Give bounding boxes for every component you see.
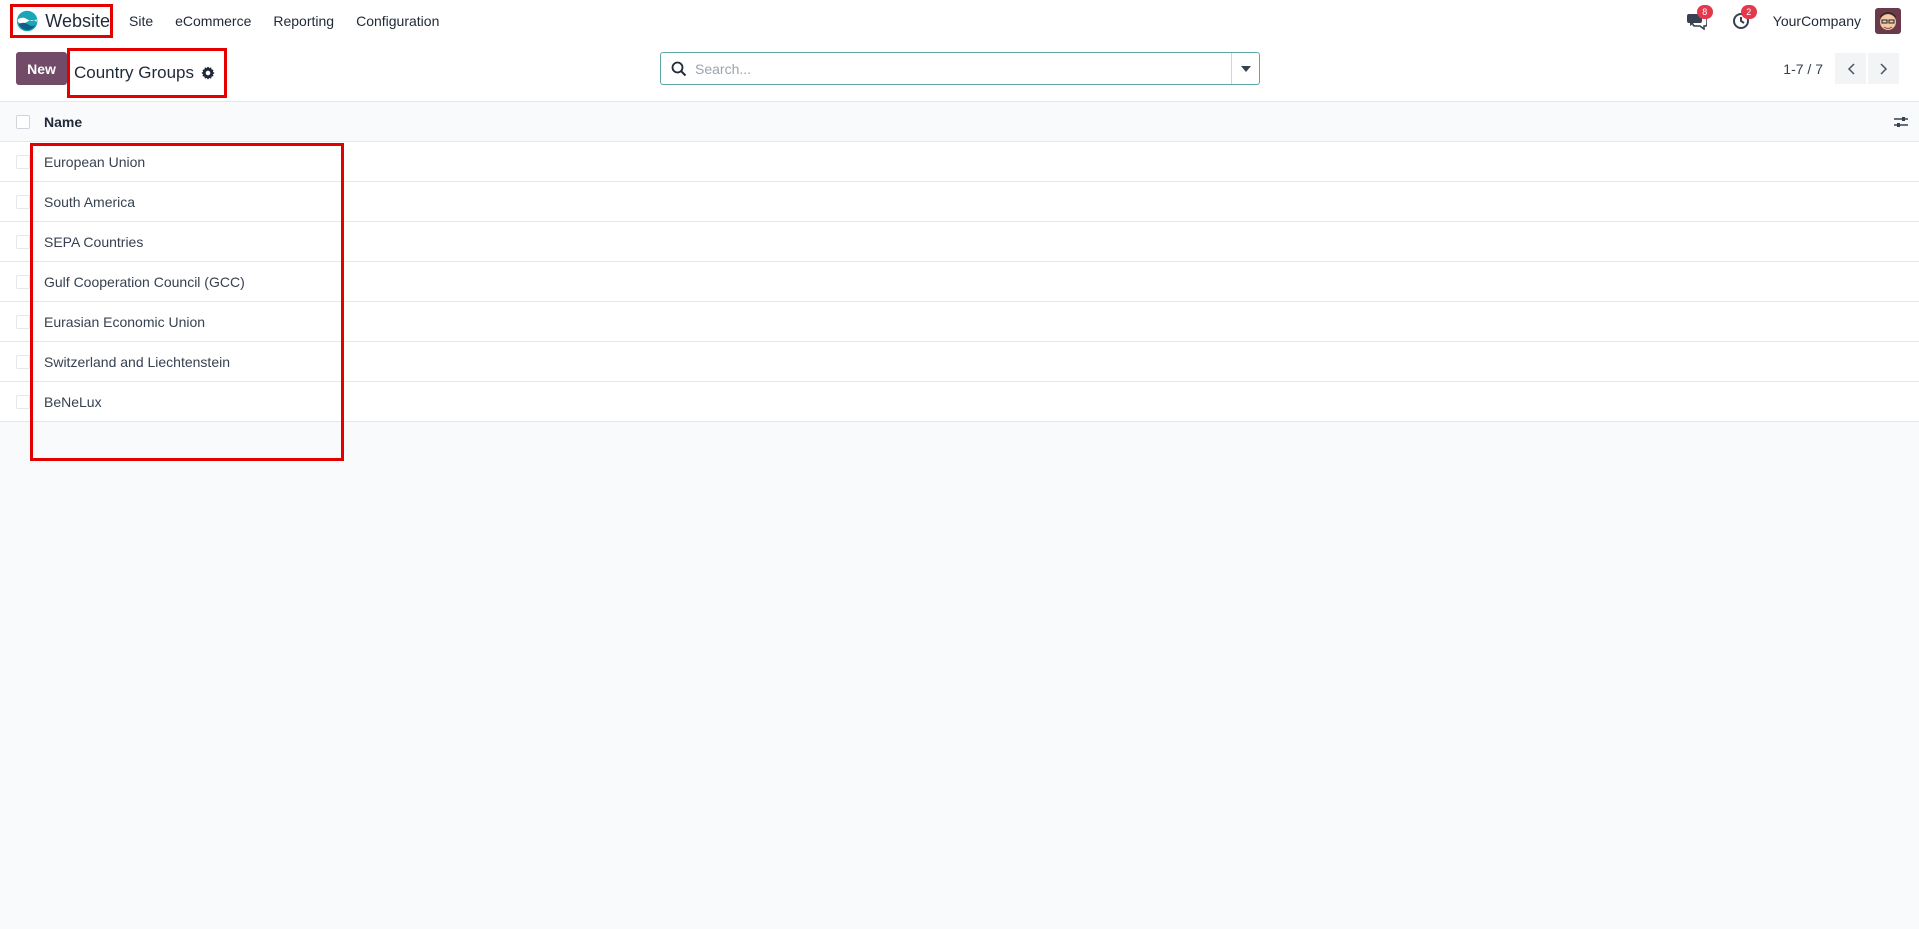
table-row[interactable]: Eurasian Economic Union [0,302,1919,342]
table-row[interactable]: BeNeLux [0,382,1919,422]
app-name: Website [45,10,110,31]
table-row[interactable]: Switzerland and Liechtenstein [0,342,1919,382]
breadcrumb: Country Groups [67,48,227,98]
row-name-cell: European Union [44,153,146,170]
row-checkbox[interactable] [16,194,30,209]
row-checkbox[interactable] [16,154,30,169]
list-header: Name [0,102,1919,142]
row-name-cell: Switzerland and Liechtenstein [44,353,231,370]
country-groups-list: Name European Union South America SEPA C… [0,102,1919,422]
app-brand[interactable]: Website [10,4,113,38]
activities-button[interactable]: 2 [1729,5,1757,33]
table-row[interactable]: South America [0,182,1919,222]
website-logo-icon [16,10,38,32]
row-name-cell: Gulf Cooperation Council (GCC) [44,273,245,290]
avatar-image-icon [1875,8,1901,34]
search-bar [660,52,1260,85]
menu-item-ecommerce[interactable]: eCommerce [164,13,262,29]
pager-previous-button[interactable] [1835,53,1866,84]
top-menu: Site eCommerce Reporting Configuration [118,0,450,42]
row-checkbox[interactable] [16,394,30,409]
user-avatar[interactable] [1875,8,1901,34]
chevron-right-icon [1879,62,1887,75]
new-button[interactable]: New [16,52,67,85]
row-name-cell: Eurasian Economic Union [44,313,206,330]
row-checkbox[interactable] [16,274,30,289]
messages-count-badge: 8 [1696,5,1713,19]
row-checkbox[interactable] [16,354,30,369]
search-input[interactable] [687,53,1231,84]
pager: 1-7 / 7 [1783,52,1899,85]
pager-next-button[interactable] [1868,53,1899,84]
main-navbar: Website Site eCommerce Reporting Configu… [0,0,1919,42]
pager-value[interactable]: 1-7 / 7 [1783,61,1823,77]
menu-item-configuration[interactable]: Configuration [345,13,450,29]
menu-item-reporting[interactable]: Reporting [262,13,345,29]
table-row[interactable]: SEPA Countries [0,222,1919,262]
gear-icon[interactable] [201,66,215,80]
chevron-left-icon [1847,62,1855,75]
page-title: Country Groups [74,63,194,82]
systray: 8 2 YourCompany [1685,0,1919,42]
column-header-name[interactable]: Name [44,114,82,130]
search-options-toggle[interactable] [1231,53,1259,84]
row-checkbox[interactable] [16,314,30,329]
menu-item-site[interactable]: Site [118,13,164,29]
control-panel: New Country Groups 1-7 / 7 [0,42,1919,102]
row-name-cell: SEPA Countries [44,233,144,250]
select-all-checkbox[interactable] [16,114,30,129]
company-switcher[interactable]: YourCompany [1773,13,1861,29]
messages-button[interactable]: 8 [1685,5,1713,33]
search-icon [671,61,687,76]
optional-columns-icon[interactable] [1893,114,1909,130]
table-row[interactable]: Gulf Cooperation Council (GCC) [0,262,1919,302]
row-name-cell: BeNeLux [44,393,102,410]
row-name-cell: South America [44,193,136,210]
table-row[interactable]: European Union [0,142,1919,182]
activities-count-badge: 2 [1740,5,1757,19]
row-checkbox[interactable] [16,234,30,249]
caret-down-icon [1240,65,1251,72]
